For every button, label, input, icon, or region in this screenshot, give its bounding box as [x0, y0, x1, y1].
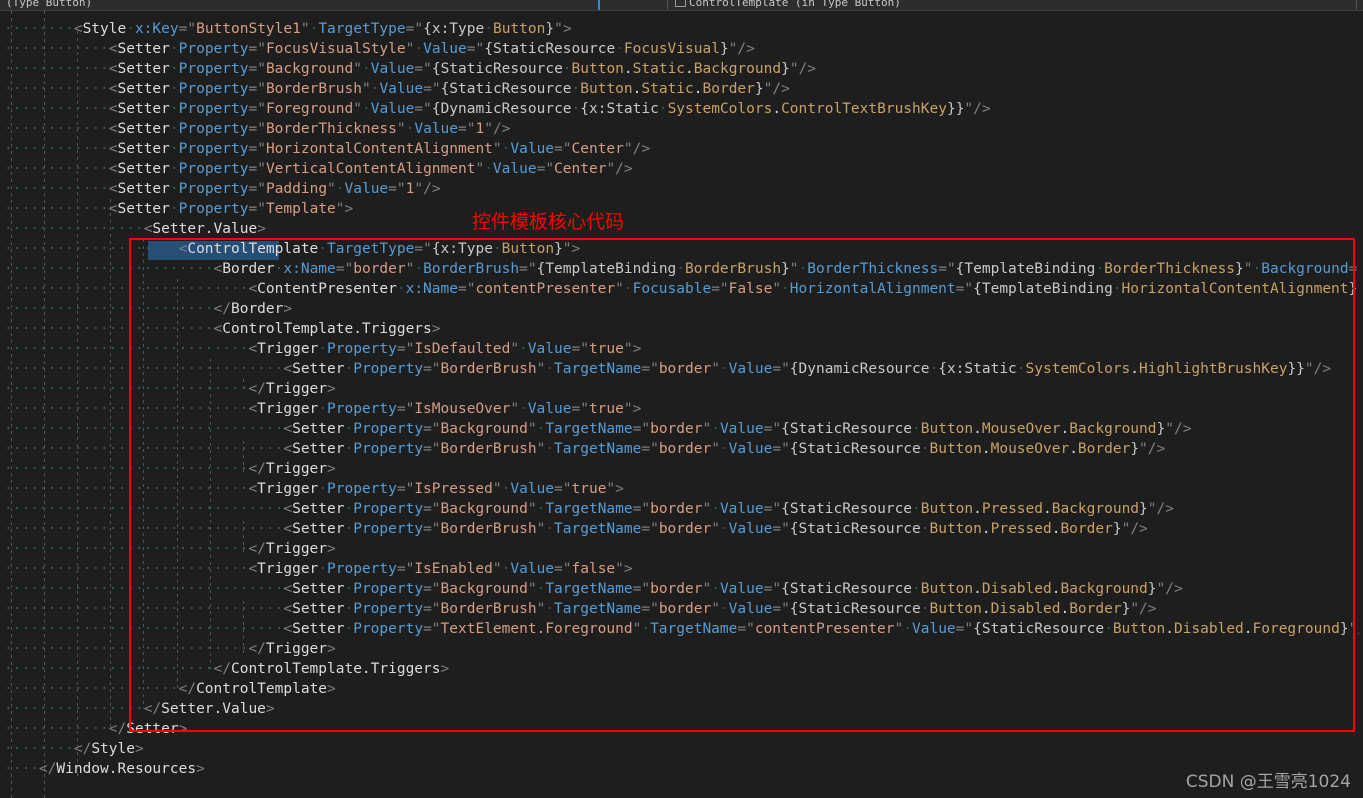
code-line[interactable]: ····························<Trigger·Pro… [4, 399, 641, 419]
code-line[interactable]: ············<Setter·Property="Background… [4, 59, 816, 79]
code-line[interactable]: ····························<ContentPres… [4, 279, 1363, 299]
code-line[interactable]: ············</Setter> [4, 719, 187, 739]
code-line[interactable]: ····························</Trigger> [4, 639, 336, 659]
annotation-note: 控件模板核心代码 [472, 211, 625, 233]
code-line[interactable]: ····························<Trigger·Pro… [4, 559, 633, 579]
code-line[interactable]: ································<Setter·… [4, 619, 1363, 639]
toolbar-right-dropdown[interactable]: ControlTemplate (in Type Button) [675, 0, 901, 9]
template-icon [675, 0, 686, 7]
code-line[interactable]: ································<Setter·… [4, 419, 1191, 439]
code-line[interactable]: ····························</Trigger> [4, 459, 336, 479]
code-line[interactable]: ························<ControlTemplate… [4, 319, 441, 339]
vertical-scrollbar-margin[interactable] [1359, 11, 1363, 798]
code-line[interactable]: ············<Setter·Property="Padding"·V… [4, 179, 441, 199]
code-line[interactable]: ································<Setter·… [4, 499, 1174, 519]
code-line[interactable]: ························</Border> [4, 299, 292, 319]
watermark-label: CSDN @王雪亮1024 [1185, 772, 1351, 792]
code-line[interactable]: ································<Setter·… [4, 519, 1148, 539]
code-line[interactable]: ························</ControlTemplat… [4, 659, 449, 679]
code-line[interactable]: ············<Setter·Property="BorderThic… [4, 119, 510, 139]
code-line[interactable]: ····························<Trigger·Pro… [4, 339, 641, 359]
code-line[interactable]: ············<Setter·Property="Template"> [4, 199, 353, 219]
code-line[interactable]: ································<Setter·… [4, 599, 1157, 619]
code-line[interactable]: ················</Setter.Value> [4, 699, 275, 719]
code-line[interactable]: ····················<ControlTemplate·Tar… [4, 239, 580, 259]
code-line[interactable]: ································<Setter·… [4, 579, 1183, 599]
toolbar-left-label: (Type Button) [6, 0, 93, 9]
code-line[interactable]: ····················</ControlTemplate> [4, 679, 336, 699]
code-line[interactable]: ························<Border·x:Name="… [4, 259, 1363, 279]
editor-toolbar-strip: (Type Button) ControlTemplate (in Type B… [0, 0, 1363, 11]
code-editor[interactable]: ········<Style·x:Key="ButtonStyle1"·Targ… [0, 11, 1363, 798]
pane-splitter[interactable] [598, 0, 600, 10]
code-line[interactable]: ····························</Trigger> [4, 539, 336, 559]
code-line[interactable]: ············<Setter·Property="Foreground… [4, 99, 991, 119]
code-line[interactable]: ································<Setter·… [4, 439, 1165, 459]
code-line[interactable]: ············<Setter·Property="Horizontal… [4, 139, 650, 159]
code-line[interactable]: ········<Style·x:Key="ButtonStyle1"·Targ… [4, 19, 572, 39]
code-line[interactable]: ····························</Trigger> [4, 379, 336, 399]
code-line[interactable]: ············<Setter·Property="VerticalCo… [4, 159, 633, 179]
code-line[interactable]: ········</Style> [4, 739, 144, 759]
code-line[interactable]: ····························<Trigger·Pro… [4, 479, 624, 499]
code-line[interactable]: ····</Window.Resources> [4, 759, 205, 779]
code-line[interactable]: ············<Setter·Property="BorderBrus… [4, 79, 790, 99]
code-line[interactable]: ················<Setter.Value> [4, 219, 266, 239]
code-line[interactable]: ············<Setter·Property="FocusVisua… [4, 39, 755, 59]
code-line[interactable]: ································<Setter·… [4, 359, 1331, 379]
toolbar-right-label: ControlTemplate (in Type Button) [689, 0, 901, 9]
